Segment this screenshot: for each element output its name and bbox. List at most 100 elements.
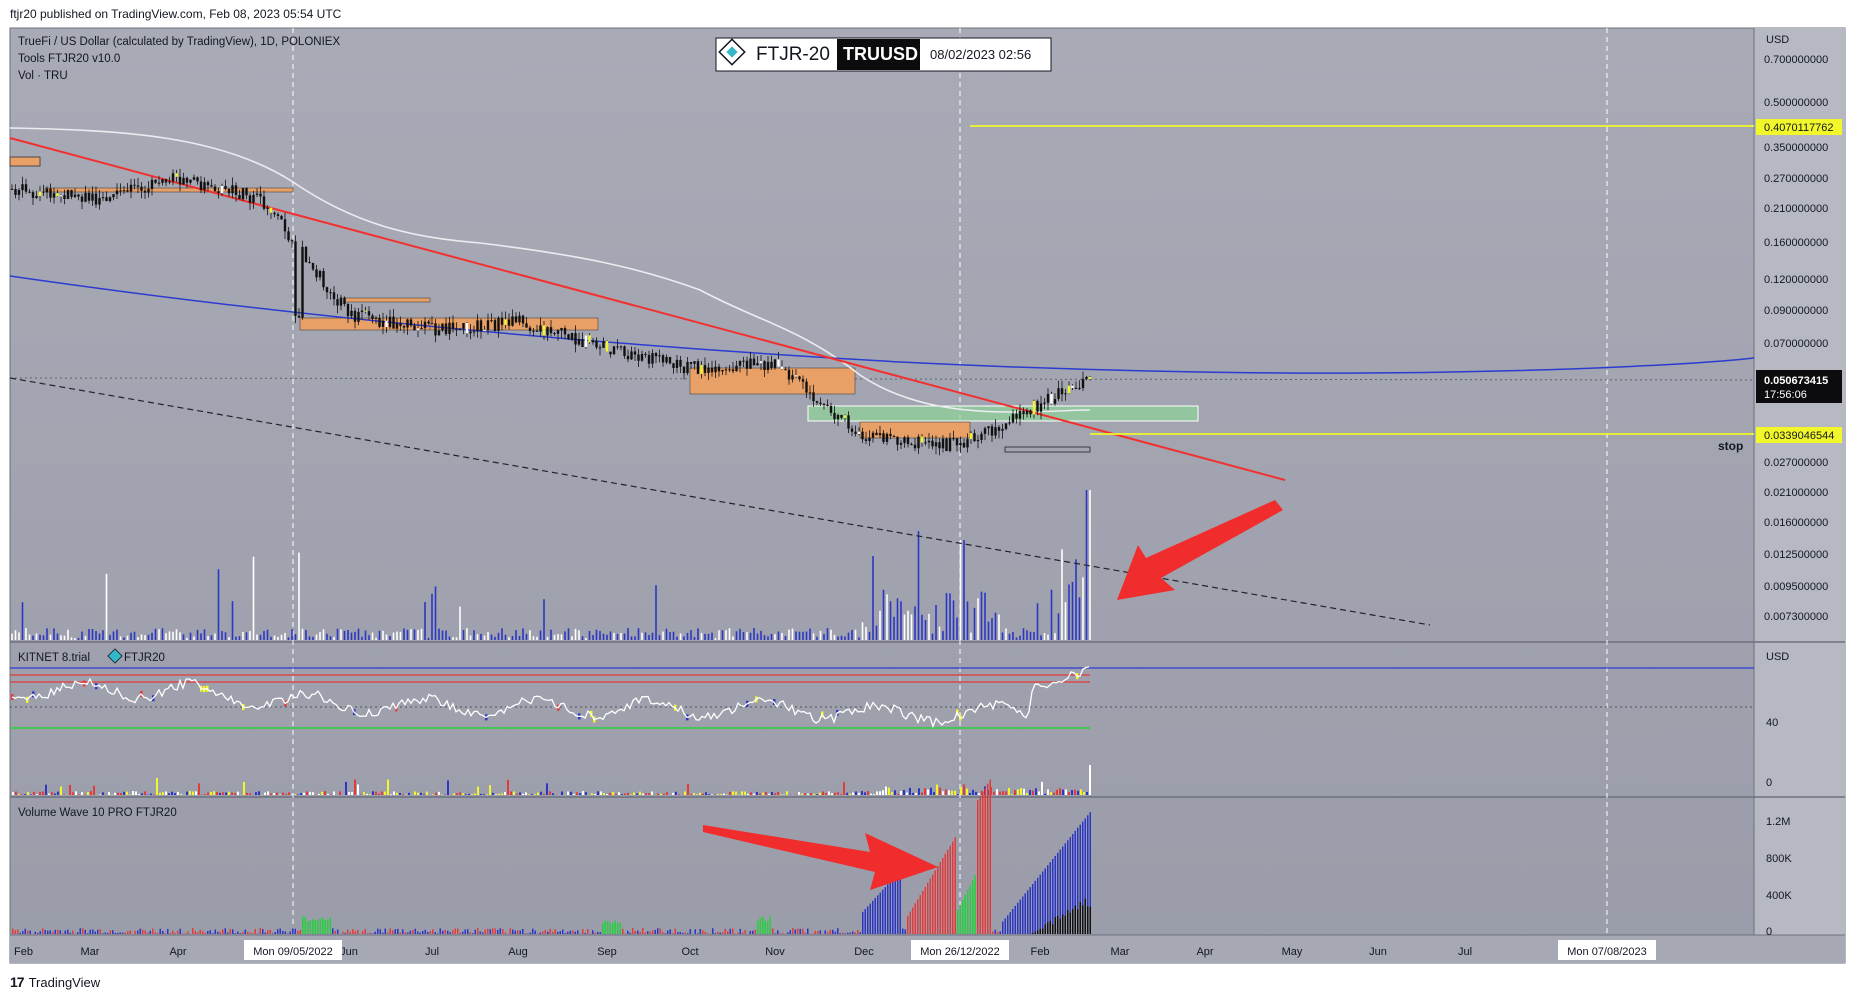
wave-bar	[744, 930, 746, 934]
osc-hist-bar	[366, 793, 368, 795]
wave-bar	[682, 932, 684, 934]
osc-hist-bar	[576, 792, 578, 795]
osc-hist-bar	[993, 791, 995, 795]
volume-bar	[819, 630, 822, 640]
wave-bar	[444, 929, 446, 934]
wave-bar	[57, 929, 59, 934]
candle-body	[80, 196, 84, 202]
volume-bar	[256, 634, 258, 640]
wave-bar	[602, 923, 604, 934]
wave-bar	[277, 929, 279, 934]
wave-bar-dark	[1034, 931, 1036, 934]
volume-bar	[476, 634, 479, 640]
wave-bar	[19, 932, 21, 934]
volume-bar	[623, 633, 626, 640]
volume-bar	[746, 632, 748, 640]
candle-body	[287, 231, 290, 241]
candle-body	[784, 369, 787, 371]
candle-body	[829, 405, 833, 413]
wave-bar	[949, 845, 951, 934]
wave-bar	[882, 889, 884, 934]
price-axis-label: 0.070000000	[1764, 338, 1828, 350]
volume-bar	[865, 626, 867, 640]
osc-hist-bar	[1032, 790, 1034, 795]
candle-body	[476, 320, 479, 332]
osc-hist-bar	[912, 792, 914, 795]
wave-bar	[797, 928, 799, 934]
osc-hist-bar	[162, 792, 164, 795]
candle-body	[906, 437, 910, 445]
candle-body	[273, 212, 276, 215]
volume-bar	[700, 632, 703, 640]
wave-bar	[84, 929, 86, 934]
volume-bar	[1057, 613, 1060, 640]
volume-bar	[357, 628, 360, 640]
volume-bar	[105, 573, 108, 640]
wave-bar	[157, 932, 159, 934]
candle-body	[38, 191, 42, 196]
wave-bar	[607, 921, 609, 934]
volume-bar	[529, 630, 531, 640]
wave-bar	[1032, 884, 1034, 934]
osc-hist-bar	[501, 793, 503, 795]
candle-body	[640, 354, 644, 361]
wave-bar-dark	[1044, 924, 1046, 934]
chart-canvas[interactable]: TrueFi / US Dollar (calculated by Tradin…	[0, 0, 1855, 1000]
wave-bar	[197, 932, 199, 934]
osc-hist-bar	[741, 791, 743, 795]
candle-body	[861, 431, 864, 440]
volume-bar	[95, 630, 97, 640]
candle-body	[238, 195, 241, 200]
candle-body	[24, 184, 28, 192]
osc-hist-bar	[942, 791, 944, 795]
osc-hist-bar	[924, 788, 926, 795]
volume-bar	[977, 598, 979, 640]
candle-body	[1057, 388, 1060, 400]
volume-bar	[438, 628, 440, 640]
volume-bar	[840, 635, 843, 640]
osc-hist-bar	[663, 793, 665, 795]
candle-body	[308, 261, 311, 263]
osc-hist-bar	[708, 794, 710, 795]
wave-bar	[677, 932, 679, 934]
osc-hist-bar	[831, 793, 833, 795]
volume-bar	[312, 636, 314, 640]
volume-bar	[536, 636, 538, 640]
osc-hist-bar	[1014, 790, 1016, 795]
osc-hist-bar	[123, 791, 125, 795]
osc-hist-bar	[951, 790, 953, 795]
wave-bar	[267, 930, 269, 934]
volume-bar	[147, 634, 150, 640]
wave-bar	[284, 931, 286, 934]
volume-bar	[630, 636, 633, 640]
volume-bar	[641, 632, 643, 640]
wave-bar	[927, 882, 929, 934]
volume-bar	[620, 632, 622, 640]
volume-bar	[560, 634, 563, 640]
osc-hist-bar	[915, 792, 917, 795]
wave-bar	[727, 931, 729, 934]
volume-bar	[123, 637, 125, 640]
candle-body	[311, 262, 315, 270]
volume-bar	[1033, 632, 1035, 640]
wave-bar	[982, 791, 984, 934]
wave-bar	[452, 930, 454, 934]
candle-body	[192, 177, 196, 180]
volume-bar	[298, 552, 300, 640]
time-axis-month: Nov	[765, 946, 785, 958]
volume-bar	[714, 637, 717, 640]
candle-body	[556, 330, 560, 334]
wave-bar	[102, 933, 104, 934]
wave-bar	[114, 932, 116, 934]
wave-bar	[392, 930, 394, 934]
zone-orange-5	[344, 297, 431, 303]
volume-bar	[777, 631, 780, 640]
candle-body	[276, 214, 280, 216]
osc-hist-bar	[846, 792, 848, 795]
candle-body	[297, 315, 301, 318]
osc-hist-bar	[597, 791, 599, 795]
volume-bar	[693, 637, 696, 640]
wave-bar	[1017, 902, 1019, 934]
wave-bar	[297, 931, 299, 934]
symbol-badge[interactable]: FTJR-20 TRUUSD 08/02/2023 02:56	[715, 37, 1052, 72]
